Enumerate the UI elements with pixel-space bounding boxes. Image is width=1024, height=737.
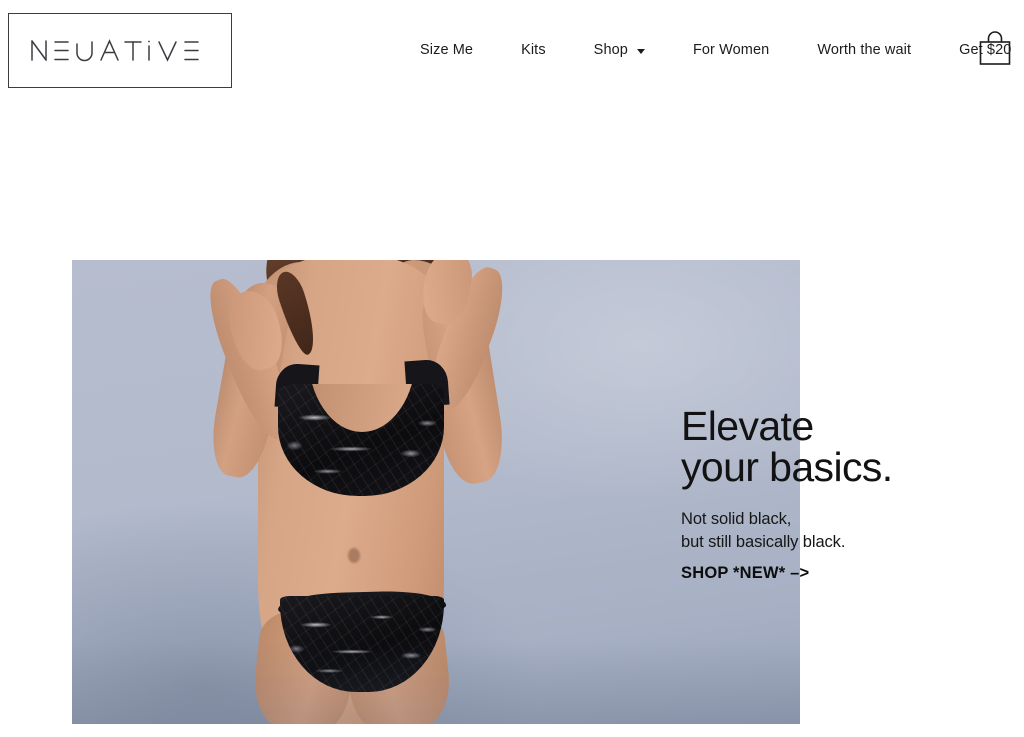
- nav-slot-worth-the-wait: Worth the wait: [793, 43, 935, 58]
- shop-new-cta-link[interactable]: SHOP *NEW* –>: [681, 563, 809, 583]
- brand-logo[interactable]: [8, 13, 232, 88]
- nav-slot-for-women: For Women: [669, 43, 793, 58]
- nav-slot-size-me: Size Me: [410, 43, 497, 58]
- chevron-down-icon[interactable]: [636, 49, 645, 54]
- cart-button[interactable]: [978, 28, 1012, 72]
- negative-wordmark-icon: [29, 34, 211, 68]
- model-navel: [348, 548, 360, 563]
- nav-item-worth-the-wait[interactable]: Worth the wait: [817, 43, 911, 58]
- hero-subtext-line-1: Not solid black,: [681, 510, 792, 528]
- hero-headline-line-1: Elevate: [681, 403, 814, 449]
- nav-item-shop-label: Shop: [593, 42, 628, 59]
- nav-item-size-me[interactable]: Size Me: [420, 43, 473, 58]
- nav-slot-shop: Shop: [570, 43, 669, 58]
- nav-item-shop[interactable]: Shop: [594, 43, 645, 58]
- hero-copy-block: Elevate your basics. Not solid black, bu…: [681, 406, 1011, 583]
- nav-item-kits[interactable]: Kits: [521, 43, 546, 58]
- nav-item-for-women[interactable]: For Women: [693, 43, 769, 58]
- primary-navigation: Size Me Kits Shop For Women Worth the wa…: [410, 34, 1024, 67]
- hero-subtext-line-2: but still basically black.: [681, 533, 846, 551]
- hero-headline-line-2: your basics.: [681, 444, 893, 490]
- nav-slot-kits: Kits: [497, 43, 570, 58]
- shopping-bag-icon: [979, 31, 1011, 65]
- site-header: Size Me Kits Shop For Women Worth the wa…: [0, 0, 1024, 101]
